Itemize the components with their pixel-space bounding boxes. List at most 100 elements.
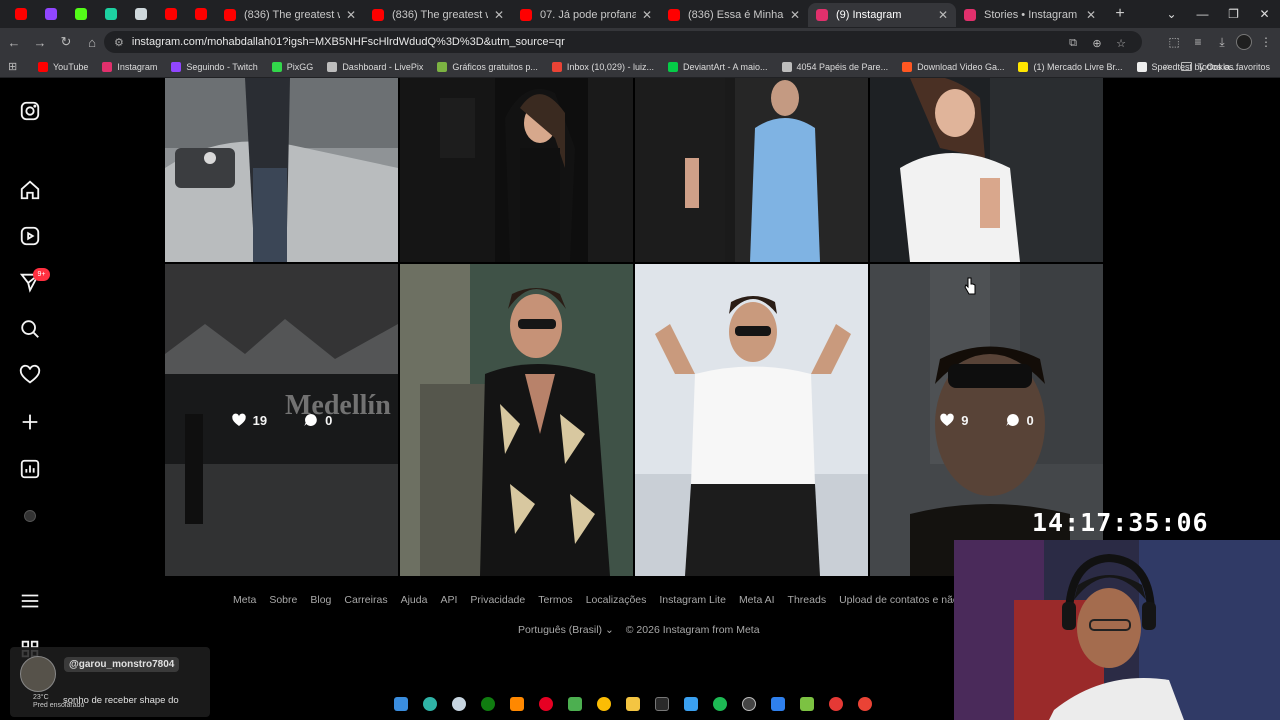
pinned-tab[interactable] (186, 3, 216, 25)
bookmark-item[interactable]: Seguindo - Twitch (171, 61, 258, 72)
store-icon[interactable] (796, 694, 818, 714)
chrome-icon[interactable] (593, 694, 615, 714)
home-icon[interactable] (19, 179, 41, 201)
pinterest-icon[interactable] (535, 694, 557, 714)
footer-link[interactable]: Sobre (269, 594, 297, 606)
bookmark-item[interactable]: Gráficos gratuitos p... (437, 61, 538, 72)
file-explorer-icon[interactable] (622, 694, 644, 714)
reels-icon[interactable] (19, 225, 41, 247)
pinned-tab[interactable] (6, 3, 36, 25)
bookmark-item[interactable]: Dashboard - LivePix (327, 61, 423, 72)
footer-link[interactable]: Carreiras (344, 594, 387, 606)
pinned-tab[interactable] (36, 3, 66, 25)
spotify-icon[interactable] (709, 694, 731, 714)
browser-tab[interactable]: (836) The greatest warrior in ✕ (216, 3, 364, 27)
footer-link[interactable]: Localizações (586, 594, 647, 606)
comments-count: 0 (1026, 412, 1034, 428)
maximize-button[interactable]: ❐ (1218, 0, 1249, 28)
pinned-tab[interactable] (156, 3, 186, 25)
search-icon[interactable] (19, 318, 41, 340)
footer-link[interactable]: Meta (233, 594, 256, 606)
notepad-icon[interactable] (680, 694, 702, 714)
bookmark-item[interactable]: Download Video Ga... (902, 61, 1004, 72)
bookmark-item[interactable]: 4054 Papéis de Pare... (781, 61, 888, 72)
close-tab-icon[interactable]: ✕ (938, 8, 948, 22)
bookmark-star-icon[interactable]: ☆ (1112, 34, 1130, 52)
app-green-icon[interactable] (564, 694, 586, 714)
post-thumbnail[interactable] (400, 264, 633, 576)
browser-tab[interactable]: (836) Essa é Minha rotina se ✕ (660, 3, 808, 27)
profile-avatar-icon[interactable] (19, 505, 41, 527)
language-selector[interactable]: Português (Brasil) ⌄ (518, 624, 614, 636)
profile-avatar[interactable] (1236, 34, 1252, 50)
more-bookmarks-icon[interactable]: » (1164, 61, 1170, 73)
close-tab-icon[interactable]: ✕ (790, 8, 800, 22)
browser-tab[interactable]: 07. Já pode profanar? - Modi ✕ (512, 3, 660, 27)
pinned-tab[interactable] (66, 3, 96, 25)
minimize-button[interactable]: — (1187, 0, 1218, 28)
pinned-tab[interactable] (126, 3, 156, 25)
post-thumbnail[interactable] (165, 78, 398, 262)
footer-link[interactable]: Instagram Lite (659, 594, 726, 606)
url-field[interactable]: ⚙ instagram.com/mohabdallah01?igsh=MXB5N… (104, 31, 1142, 53)
chrome-active-icon[interactable] (854, 694, 876, 714)
footer-link[interactable]: API (440, 594, 457, 606)
edge-icon[interactable] (419, 694, 441, 714)
bookmark-item[interactable]: Inbox (10,029) - luiz... (551, 61, 654, 72)
all-bookmarks-button[interactable]: Todos os favoritos (1181, 62, 1270, 72)
close-tab-icon[interactable]: ✕ (1086, 8, 1096, 22)
footer-link[interactable]: Threads (788, 594, 827, 606)
close-tab-icon[interactable]: ✕ (346, 8, 356, 22)
post-thumbnail[interactable] (635, 264, 868, 576)
bookmark-item[interactable]: (1) Mercado Livre Br... (1018, 61, 1123, 72)
footer-link[interactable]: Blog (310, 594, 331, 606)
footer-link[interactable]: Termos (538, 594, 572, 606)
more-menu-icon[interactable] (19, 590, 41, 612)
youtube-icon (520, 9, 532, 21)
browser-tab[interactable]: Stories • Instagram ✕ (956, 3, 1104, 27)
steam-icon[interactable] (448, 694, 470, 714)
back-button[interactable]: ← (2, 30, 26, 54)
xbox-icon[interactable] (477, 694, 499, 714)
zoom-icon[interactable]: ⊕ (1088, 34, 1106, 52)
app-red-icon[interactable] (825, 694, 847, 714)
instagram-logo-icon[interactable] (19, 100, 41, 122)
bookmark-item[interactable]: YouTube (38, 61, 88, 72)
close-window-button[interactable]: ✕ (1249, 0, 1280, 28)
footer-link[interactable]: Meta AI (739, 594, 775, 606)
open-in-app-icon[interactable]: ⧉ (1064, 34, 1082, 52)
home-button[interactable]: ⌂ (80, 30, 104, 54)
obs-icon[interactable] (738, 694, 760, 714)
bookmark-item[interactable]: PixGG (271, 61, 313, 72)
vscode-icon[interactable] (767, 694, 789, 714)
browser-tab[interactable]: (836) The greatest warrior in ✕ (364, 3, 512, 27)
bookmark-item[interactable]: DeviantArt - A maio... (667, 61, 768, 72)
terminal-icon[interactable] (651, 694, 673, 714)
post-thumbnail[interactable] (635, 78, 868, 262)
close-tab-icon[interactable]: ✕ (642, 8, 652, 22)
menu-icon[interactable]: ⋮ (1256, 30, 1276, 54)
extensions-icon[interactable]: ⬚ (1164, 30, 1184, 54)
forward-button[interactable]: → (28, 30, 52, 54)
dashboard-icon[interactable] (19, 458, 41, 480)
close-tab-icon[interactable]: ✕ (494, 8, 504, 22)
new-tab-button[interactable]: + (1108, 2, 1132, 26)
apps-grid-icon[interactable]: ⊞ (8, 60, 26, 73)
bookmark-item[interactable]: Instagram (102, 61, 157, 72)
pinned-tab[interactable] (96, 3, 126, 25)
post-thumbnail[interactable] (400, 78, 633, 262)
reload-button[interactable]: ↻ (54, 30, 78, 54)
site-info-icon[interactable]: ⚙ (114, 36, 124, 49)
footer-link[interactable]: Ajuda (401, 594, 428, 606)
post-thumbnail[interactable] (870, 78, 1103, 262)
create-icon[interactable] (19, 411, 41, 433)
reading-list-icon[interactable]: ≡ (1188, 30, 1208, 54)
footer-link[interactable]: Privacidade (470, 594, 525, 606)
download-icon[interactable]: ⤓ (1212, 30, 1232, 54)
windows-start-icon[interactable] (390, 694, 412, 714)
browser-tab[interactable]: (9) Instagram ✕ (808, 3, 956, 27)
vlc-icon[interactable] (506, 694, 528, 714)
heart-icon[interactable] (19, 364, 41, 386)
post-thumbnail[interactable]: Medellín 19 0 (165, 264, 398, 576)
tab-search-icon[interactable]: ⌄ (1156, 0, 1187, 28)
